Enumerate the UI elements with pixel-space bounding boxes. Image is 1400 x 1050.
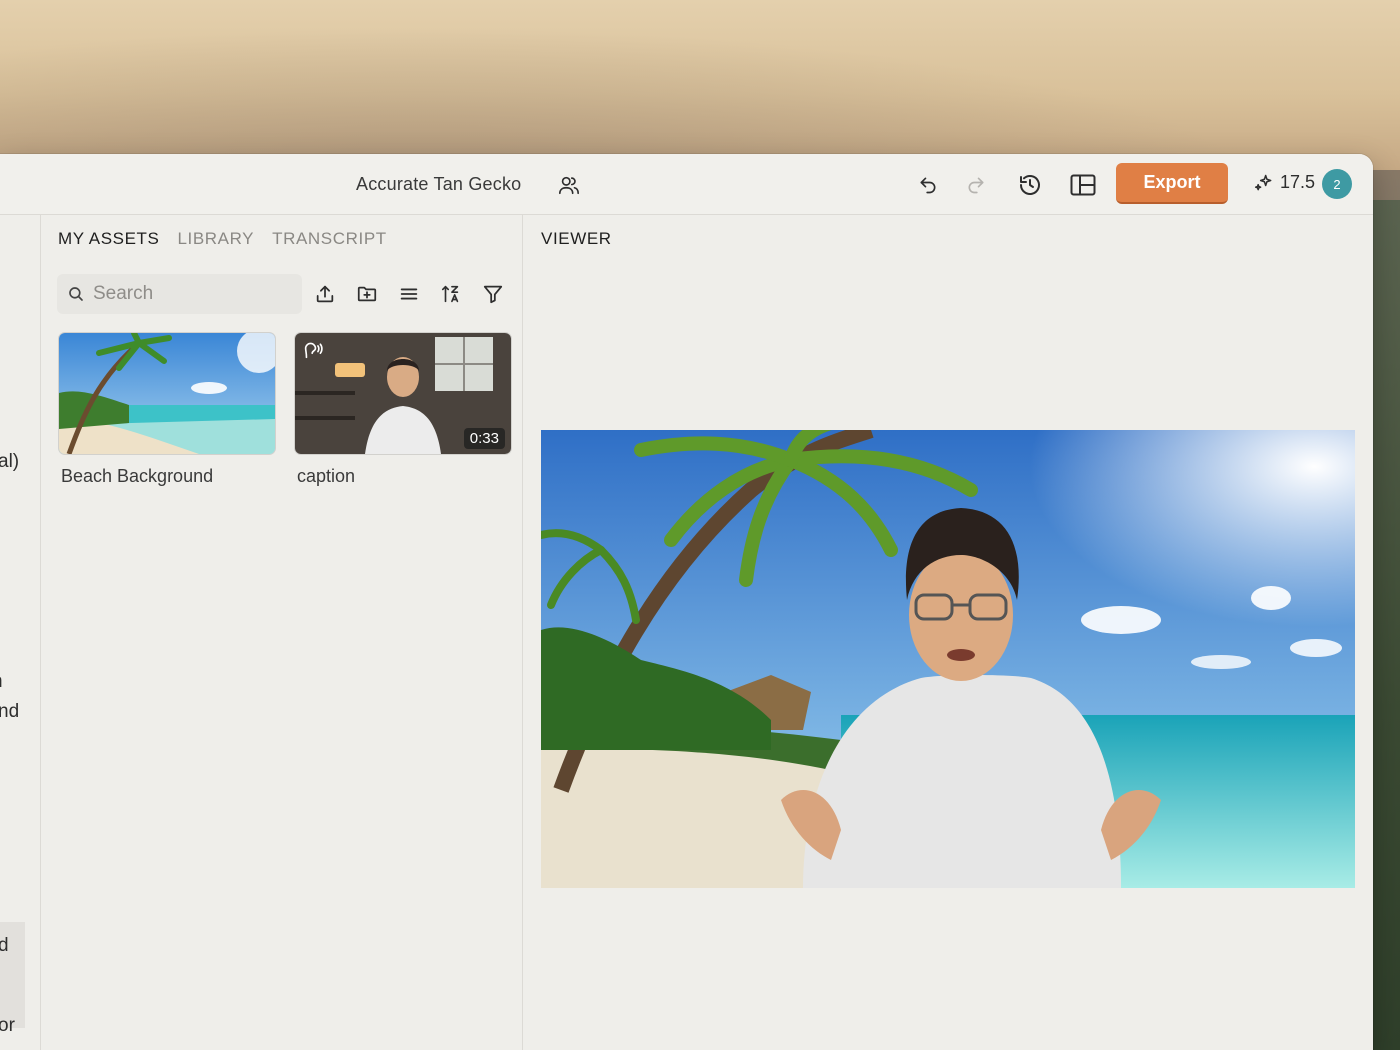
history-icon[interactable] — [1016, 171, 1044, 199]
asset-card-beach-background[interactable]: Beach Background — [59, 333, 275, 487]
left-panel-text: al) — [0, 451, 20, 472]
filter-icon[interactable] — [480, 281, 506, 307]
tab-my-assets[interactable]: MY ASSETS — [58, 229, 159, 249]
caption-audio-icon — [304, 342, 323, 359]
left-panel-text: nd — [0, 701, 20, 722]
duration-badge: 0:33 — [463, 428, 505, 449]
tab-transcript[interactable]: TRANSCRIPT — [272, 229, 387, 249]
asset-thumbnail[interactable] — [59, 333, 275, 454]
search-box[interactable] — [57, 274, 302, 314]
asset-name: caption — [297, 466, 356, 486]
search-input[interactable] — [93, 283, 283, 305]
upload-icon[interactable] — [312, 281, 338, 307]
search-icon — [69, 287, 83, 301]
list-view-icon[interactable] — [396, 281, 422, 307]
credits-display[interactable]: 17.5 — [1254, 172, 1315, 193]
top-bar: Accurate Tan Gecko Export 17.5 2 — [0, 154, 1373, 215]
sort-icon[interactable] — [438, 281, 464, 307]
desktop-wallpaper-edge — [1373, 200, 1400, 1050]
left-panel: al) n nd d t or — [0, 215, 41, 1050]
credits-value: 17.5 — [1280, 172, 1316, 192]
left-panel-text: n — [0, 671, 3, 693]
desktop-wallpaper — [0, 0, 1400, 170]
notification-badge[interactable]: 2 — [1322, 169, 1352, 199]
sparkle-icon — [1254, 174, 1272, 190]
left-panel-text: or — [0, 1015, 15, 1036]
collaborators-icon[interactable] — [556, 172, 582, 198]
assets-panel: MY ASSETS LIBRARY TRANSCRIPT Search Beac… — [41, 215, 523, 1050]
left-panel-text: d — [0, 935, 9, 956]
redo-icon[interactable] — [963, 172, 989, 198]
project-title[interactable]: Accurate Tan Gecko — [356, 174, 521, 195]
undo-icon[interactable] — [915, 172, 941, 198]
asset-name: Beach Background — [61, 466, 214, 486]
export-button[interactable]: Export — [1116, 163, 1228, 204]
tab-library[interactable]: LIBRARY — [177, 229, 254, 249]
new-folder-icon[interactable] — [354, 281, 380, 307]
asset-tabs: MY ASSETS LIBRARY TRANSCRIPT — [58, 229, 387, 249]
viewer-title: VIEWER — [541, 229, 612, 248]
asset-card-caption[interactable]: 0:33 caption — [295, 333, 511, 487]
layout-toggle-icon[interactable] — [1069, 171, 1097, 199]
editor-window: Accurate Tan Gecko Export 17.5 2 al) nd … — [0, 154, 1373, 1050]
video-preview[interactable] — [541, 430, 1355, 888]
asset-thumbnail[interactable]: 0:33 — [295, 333, 511, 454]
